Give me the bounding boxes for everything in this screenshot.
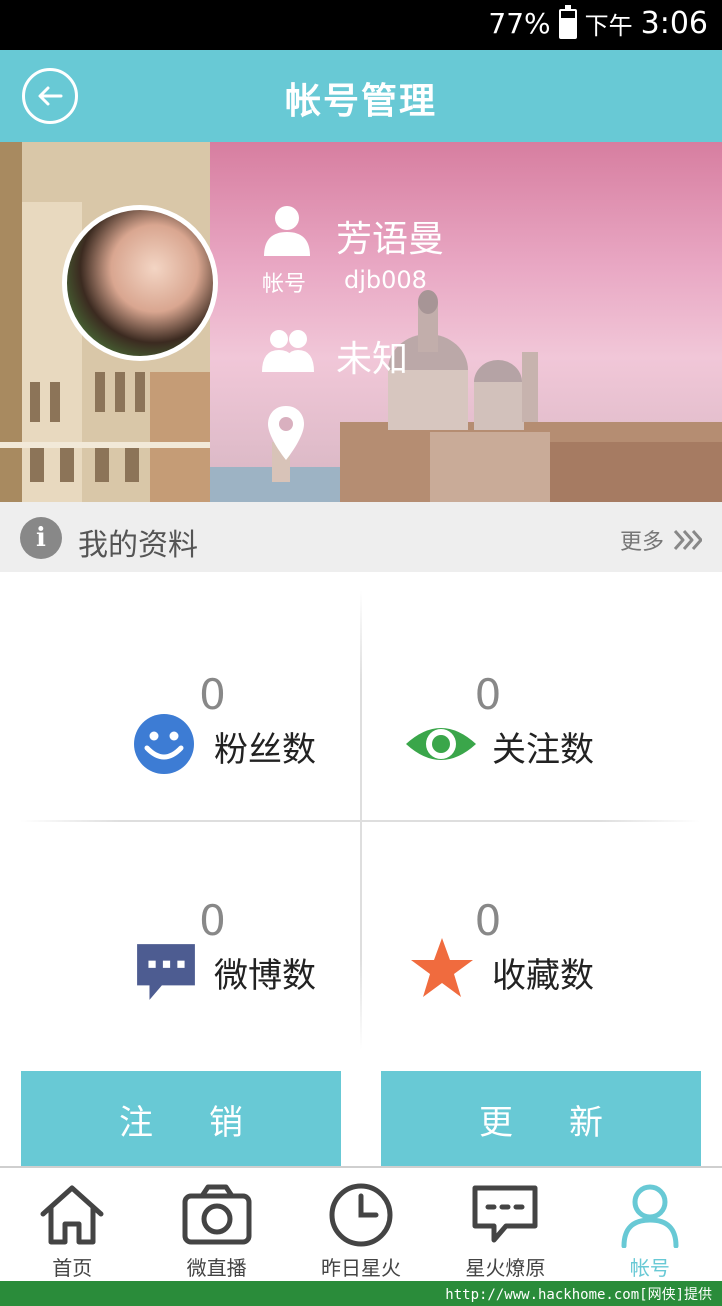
stat-count: 0 [474,670,502,719]
smiley-icon [134,714,194,774]
stat-count: 0 [474,896,502,945]
stat-label: 收藏数 [492,956,594,996]
stat-label: 粉丝数 [214,730,316,770]
star-icon [411,938,473,997]
person-icon [264,206,310,256]
double-chevron-right-icon [673,530,702,550]
update-button[interactable]: 更新 [381,1071,701,1167]
account-label: 帐号 [262,272,307,297]
nav-item-home[interactable]: 首页 [0,1168,144,1281]
message-icon [137,944,195,1000]
status-ampm: 下午 [584,12,633,40]
location-pin-icon [268,406,304,460]
nav-item-yesterday[interactable]: 昨日星火 [289,1168,433,1281]
status-bar: 77% 下午 3:06 [0,0,722,50]
footer-watermark: http://www.hackhome.com[网侠]提供 [0,1281,722,1306]
nav-label: 星火燎原 [465,1256,546,1280]
nav-label: 首页 [52,1256,93,1280]
nav-item-live[interactable]: 微直播 [144,1168,288,1281]
my-info-title: 我的资料 [78,528,198,563]
page-title: 帐号管理 [284,81,437,122]
nav-item-account[interactable]: 帐号 [578,1168,722,1281]
person-outline-icon [621,1184,679,1248]
more-label: 更多 [619,530,664,555]
stat-label: 关注数 [492,730,594,770]
title-bar: 帐号管理 [0,50,722,142]
stat-follows[interactable]: 0 关注数 [362,596,702,822]
nav-label: 昨日星火 [321,1256,402,1280]
battery-percent: 77% [488,7,551,40]
chat-icon [472,1185,538,1243]
nav-label: 帐号 [629,1256,670,1280]
status-time: 3:06 [640,6,708,41]
nav-label: 微直播 [186,1256,247,1280]
stat-weibo[interactable]: 0 微博数 [20,822,360,1048]
more-link[interactable]: 更多 [620,524,702,556]
bottom-nav: 首页 微直播 昨日星火 星火燎原 帐号 [0,1166,722,1281]
group-icon [262,330,314,372]
stat-label: 微博数 [214,956,316,996]
clock-icon [329,1183,393,1247]
my-info-bar[interactable]: i 我的资料 更多 [0,502,722,572]
camera-icon [182,1184,252,1245]
stat-fans[interactable]: 0 粉丝数 [20,596,360,822]
stats-divider-horizontal [20,820,700,822]
status-right: 77% 下午 3:06 [488,4,708,41]
user-name: 芳语曼 [336,219,445,260]
battery-icon [558,4,577,39]
home-icon [40,1185,104,1245]
avatar[interactable] [62,205,218,361]
logout-button[interactable]: 注销 [21,1071,341,1167]
profile-banner: 芳语曼 帐号 djb008 未知 [0,142,722,502]
stat-favorites[interactable]: 0 收藏数 [362,822,702,1048]
eye-icon [406,728,476,760]
account-value: djb008 [344,266,427,294]
stat-count: 0 [199,896,226,945]
nav-item-spread[interactable]: 星火燎原 [433,1168,577,1281]
stat-count: 0 [199,670,226,719]
gender-value: 未知 [336,339,409,380]
info-icon: i [20,517,62,559]
